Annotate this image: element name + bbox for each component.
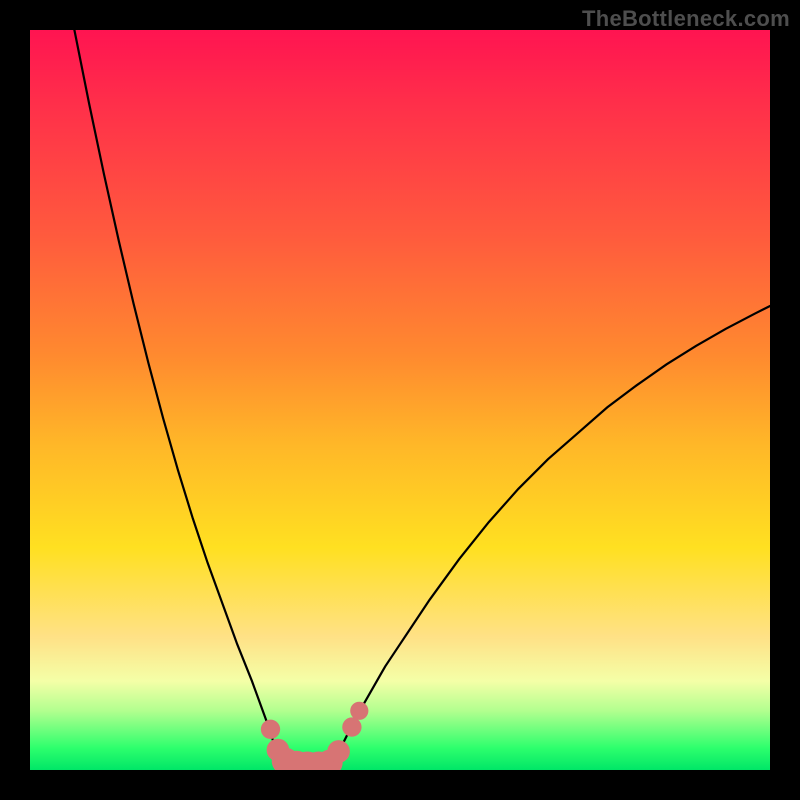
chart-svg	[30, 30, 770, 770]
marker-dot	[342, 717, 361, 736]
plot-area	[30, 30, 770, 770]
marker-dot	[327, 740, 350, 763]
marker-dot	[350, 702, 368, 720]
watermark-text: TheBottleneck.com	[582, 6, 790, 32]
right-curve	[333, 306, 770, 763]
chart-frame: TheBottleneck.com	[0, 0, 800, 800]
marker-group	[261, 702, 369, 770]
left-curve	[74, 30, 281, 763]
marker-dot	[261, 720, 280, 739]
